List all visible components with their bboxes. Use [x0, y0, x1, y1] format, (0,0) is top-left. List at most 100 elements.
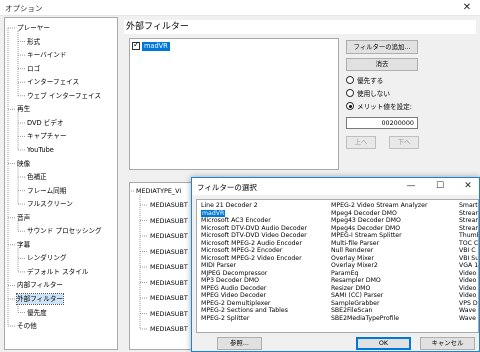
- filter-checkbox[interactable]: [132, 40, 140, 50]
- filter-list-item[interactable]: Null Renderer: [331, 247, 428, 255]
- tree-item[interactable]: 映像: [17, 159, 30, 169]
- filter-list-item[interactable]: VBI Su: [459, 255, 478, 263]
- filter-list-item[interactable]: TOC C: [459, 240, 478, 248]
- filter-list-item[interactable]: Video: [459, 270, 478, 278]
- filter-list-item[interactable]: SBE2MediaTypeProfile: [331, 315, 428, 323]
- mediatype-subtype[interactable]: MEDIASUBT: [150, 216, 188, 226]
- mediatype-subtype[interactable]: MEDIASUBT: [150, 231, 188, 241]
- mediatype-subtype[interactable]: MEDIASUBT: [150, 262, 188, 272]
- move-up-button[interactable]: 上へ: [346, 136, 376, 149]
- filter-list-item[interactable]: Video: [459, 292, 478, 300]
- filter-list-item[interactable]: Mpeg43 Decoder DMO: [331, 217, 428, 225]
- filter-list-item[interactable]: Multi-file Parser: [331, 240, 428, 248]
- tree-item[interactable]: ウェブ インターフェイス: [27, 91, 101, 101]
- filter-list-item[interactable]: VGA 1: [459, 262, 478, 270]
- tree-item[interactable]: 内部フィルター: [17, 280, 63, 290]
- close-icon[interactable]: ✕: [460, 180, 476, 192]
- filter-list-item[interactable]: Microsoft DTV-DVD Video Decoder: [201, 232, 307, 240]
- filter-list-item[interactable]: Microsoft MPEG-2 Video Encoder: [201, 255, 307, 263]
- filter-list-item[interactable]: MPEG-2 Demultiplexer: [201, 300, 307, 308]
- ok-button[interactable]: OK: [356, 337, 411, 350]
- filter-list-item[interactable]: Overlay Mixer2: [331, 262, 428, 270]
- filter-list-item[interactable]: Stream: [459, 217, 478, 225]
- filter-list-item[interactable]: MJPEG Decompressor: [201, 270, 307, 278]
- tree-item[interactable]: 外部フィルター: [15, 293, 65, 305]
- radio-merit[interactable]: メリット値を設定:: [346, 101, 412, 111]
- tree-item[interactable]: インターフェイス: [27, 77, 79, 87]
- filter-list-item[interactable]: MIDI Parser: [201, 262, 307, 270]
- cancel-button[interactable]: キャンセル: [420, 337, 475, 350]
- browse-button[interactable]: 参照...: [217, 337, 262, 350]
- filter-candidate-list[interactable]: Line 21 Decoder 2 madVR Microsoft AC3 Enco…: [196, 199, 479, 333]
- maximize-icon[interactable]: ☐: [432, 180, 448, 192]
- mediatype-subtype[interactable]: MEDIASUBT: [150, 324, 188, 334]
- tree-item[interactable]: キャプチャー: [27, 131, 67, 141]
- tree-item[interactable]: デフォルト スタイル: [27, 267, 88, 277]
- tree-item[interactable]: 形式: [27, 37, 40, 47]
- tree-item[interactable]: キーバインド: [27, 50, 67, 60]
- filter-list-item[interactable]: MP3 Decoder DMO: [201, 277, 307, 285]
- add-filter-button[interactable]: フィルターの追加...: [346, 40, 418, 54]
- filter-list-item[interactable]: SampleGrabber: [331, 300, 428, 308]
- filter-list-item[interactable]: Mpeg4s Decoder DMO: [331, 225, 428, 233]
- tree-item[interactable]: 音声: [17, 213, 30, 223]
- filter-list-item[interactable]: MPEG-2 Sections and Tables: [201, 307, 307, 315]
- tree-item[interactable]: レンダリング: [27, 253, 67, 263]
- filter-list-item[interactable]: Video: [459, 285, 478, 293]
- tree-item[interactable]: フレーム同期: [27, 186, 66, 196]
- filter-list-item[interactable]: madVR: [201, 209, 307, 218]
- filter-list-item[interactable]: MPEG-I Stream Splitter: [331, 232, 428, 240]
- merit-value-field[interactable]: 00200000: [346, 117, 418, 129]
- radio-prefer[interactable]: 優先する: [346, 75, 383, 85]
- remove-filter-button[interactable]: 消去: [346, 58, 418, 71]
- filter-list-item[interactable]: VPS D: [459, 300, 478, 308]
- mediatype-subtype[interactable]: MEDIASUBT: [150, 309, 188, 319]
- filter-list-item[interactable]: MPEG-2 Splitter: [201, 315, 307, 323]
- tree-item[interactable]: プレーヤー: [17, 23, 50, 33]
- filter-row-madvr[interactable]: madVR: [132, 40, 170, 51]
- filter-list-item[interactable]: MPEG Audio Decoder: [201, 285, 307, 293]
- radio-block-control[interactable]: [346, 89, 354, 97]
- tree-item[interactable]: その他: [17, 321, 37, 331]
- mediatype-subtype[interactable]: MEDIASUBT: [150, 278, 188, 288]
- tree-item[interactable]: 字幕: [17, 240, 30, 250]
- radio-block[interactable]: 使用しない: [346, 88, 390, 98]
- filter-list-item[interactable]: Wave: [459, 315, 478, 323]
- filter-list-item[interactable]: Line 21 Decoder 2: [201, 202, 307, 210]
- filter-list-item[interactable]: Stream: [459, 225, 478, 233]
- tree-item[interactable]: YouTube: [27, 145, 54, 155]
- radio-prefer-control[interactable]: [346, 76, 354, 84]
- filter-list-item[interactable]: MPEG Video Decoder: [201, 292, 307, 300]
- filter-list-item[interactable]: Smart: [459, 202, 478, 210]
- mediatype-subtype[interactable]: MEDIASUBT: [150, 293, 188, 303]
- filter-list-item[interactable]: Thumb: [459, 232, 478, 240]
- move-down-button[interactable]: 下へ: [389, 136, 419, 149]
- filter-list-item[interactable]: Wave: [459, 307, 478, 315]
- filter-list-item[interactable]: Resizer DMO: [331, 285, 428, 293]
- close-icon[interactable]: ✕: [457, 1, 477, 14]
- filter-list-item[interactable]: Video: [459, 277, 478, 285]
- mediatype-root[interactable]: MEDIATYPE_Vi: [136, 186, 181, 196]
- filter-list-item[interactable]: Stream: [459, 210, 478, 218]
- filter-list-item[interactable]: Microsoft MPEG-2 Audio Encoder: [201, 240, 307, 248]
- filter-list-item[interactable]: VBI C: [459, 247, 478, 255]
- mediatype-subtype[interactable]: MEDIASUBT: [150, 247, 188, 257]
- filter-list-item[interactable]: Microsoft DTV-DVD Audio Decoder: [201, 225, 307, 233]
- tree-item[interactable]: サウンド プロセッシング: [27, 226, 102, 236]
- filter-list-item[interactable]: ParamEq: [331, 270, 428, 278]
- filter-list-item[interactable]: Microsoft AC3 Encoder: [201, 217, 307, 225]
- filter-list-item[interactable]: MPEG-2 Video Stream Analyzer: [331, 202, 428, 210]
- filter-list-item[interactable]: Overlay Mixer: [331, 255, 428, 263]
- external-filter-list[interactable]: madVR: [129, 38, 339, 170]
- tree-item[interactable]: フルスクリーン: [27, 199, 73, 209]
- tree-item[interactable]: 色補正: [27, 172, 47, 182]
- tree-item[interactable]: DVD ビデオ: [27, 118, 63, 128]
- tree-item[interactable]: 優先度: [27, 308, 47, 318]
- tree-item[interactable]: 再生: [17, 104, 30, 114]
- filter-list-item[interactable]: Mpeg4 Decoder DMO: [331, 210, 428, 218]
- filter-list-item[interactable]: SAMI (CC) Parser: [331, 292, 428, 300]
- radio-merit-control[interactable]: [346, 102, 354, 110]
- minimize-icon[interactable]: —: [403, 180, 419, 192]
- filter-list-item[interactable]: SBE2FileScan: [331, 307, 428, 315]
- mediatype-subtype[interactable]: MEDIASUBT: [150, 200, 188, 210]
